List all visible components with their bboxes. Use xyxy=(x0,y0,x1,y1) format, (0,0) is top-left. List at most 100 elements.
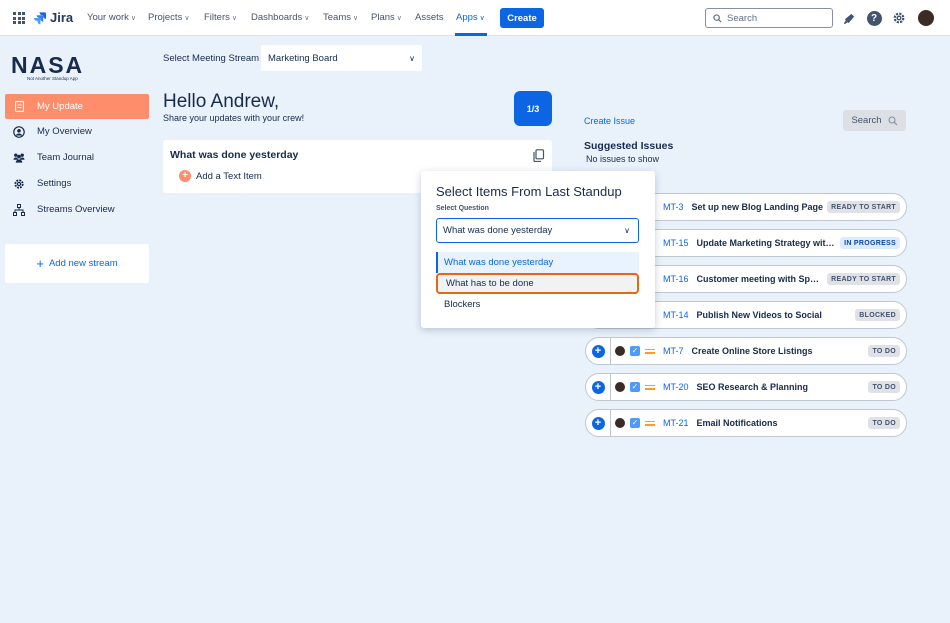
copy-icon[interactable] xyxy=(533,149,545,162)
issue-title: Update Marketing Strategy wit… xyxy=(696,238,835,248)
issue-search-button[interactable]: Search xyxy=(843,110,906,131)
create-button[interactable]: Create xyxy=(500,8,544,28)
priority-medium-icon xyxy=(645,420,655,426)
question-select[interactable]: What was done yesterday ∨ xyxy=(436,218,639,243)
jira-logo[interactable]: Jira xyxy=(33,10,73,25)
sidebar-item-label: Streams Overview xyxy=(37,204,115,215)
add-text-item-button[interactable]: + Add a Text Item xyxy=(179,170,262,182)
issue-title: Set up new Blog Landing Page xyxy=(691,202,824,212)
issue-row[interactable]: + ✓ MT-7 Create Online Store Listings TO DO xyxy=(585,337,907,365)
user-circle-icon xyxy=(13,125,25,138)
issue-key[interactable]: MT-14 xyxy=(663,310,689,320)
nav-your-work-label: Your work xyxy=(87,12,129,23)
question-select-value: What was done yesterday xyxy=(443,225,553,236)
page-indicator[interactable]: 1/3 xyxy=(514,91,552,126)
add-new-stream-label: Add new stream xyxy=(48,258,118,269)
status-badge: TO DO xyxy=(868,345,900,357)
issue-title: SEO Research & Planning xyxy=(696,382,809,392)
popup-title: Select Items From Last Standup xyxy=(436,184,622,199)
search-placeholder: Search xyxy=(727,12,758,24)
nav-dashboards-label: Dashboards xyxy=(251,12,303,23)
add-issue-button[interactable]: + xyxy=(586,409,611,437)
megaphone-icon xyxy=(843,13,854,24)
status-badge: TO DO xyxy=(868,417,900,429)
top-navigation: Jira Your work ∨ Projects ∨ Filters ∨ Dashb… xyxy=(0,0,950,36)
add-new-stream-button[interactable]: + Add new stream xyxy=(5,244,149,283)
sidebar-item-my-overview[interactable]: My Overview xyxy=(5,119,149,144)
nav-projects-label: Projects xyxy=(148,12,183,23)
issue-key[interactable]: MT-20 xyxy=(663,382,689,392)
option-blockers[interactable]: Blockers xyxy=(436,294,639,315)
plus-icon: + xyxy=(36,256,44,271)
nasa-logo-subtitle: Not Another Standup App xyxy=(27,76,78,81)
status-badge: BLOCKED xyxy=(855,309,900,321)
chevron-down-icon: ∨ xyxy=(409,53,415,63)
issue-type-task-icon: ✓ xyxy=(630,346,640,356)
document-icon xyxy=(13,101,25,113)
chevron-down-icon: ∨ xyxy=(479,15,485,22)
add-issue-button[interactable]: + xyxy=(586,337,611,365)
global-search-input[interactable]: Search xyxy=(705,8,833,28)
status-badge: READY TO START xyxy=(827,273,900,285)
profile-button[interactable] xyxy=(918,10,934,26)
nav-teams[interactable]: Teams ∨ xyxy=(323,12,358,23)
option-what-has-to-be-done[interactable]: What has to be done xyxy=(436,273,639,294)
nav-teams-label: Teams xyxy=(323,12,351,23)
nasa-logo-text: NASA xyxy=(11,52,85,78)
chevron-down-icon: ∨ xyxy=(231,15,237,22)
status-badge: TO DO xyxy=(868,381,900,393)
nasa-logo: NASA xyxy=(11,54,84,77)
status-badge: READY TO START xyxy=(827,201,900,213)
option-what-was-done-yesterday[interactable]: What was done yesterday xyxy=(436,252,639,273)
search-icon xyxy=(713,13,722,23)
nav-assets[interactable]: Assets xyxy=(415,12,444,23)
issue-key[interactable]: MT-15 xyxy=(663,238,689,248)
sidebar-item-streams-overview[interactable]: Streams Overview xyxy=(5,197,149,222)
nav-plans[interactable]: Plans ∨ xyxy=(371,12,402,23)
help-icon: ? xyxy=(866,10,882,26)
chevron-down-icon: ∨ xyxy=(304,15,310,22)
suggested-issues-title: Suggested Issues xyxy=(584,140,674,152)
issue-row[interactable]: + ✓ MT-21 Email Notifications TO DO xyxy=(585,409,907,437)
issue-type-task-icon: ✓ xyxy=(630,382,640,392)
status-badge: IN PROGRESS xyxy=(840,237,900,249)
app-switcher-icon[interactable] xyxy=(13,12,25,24)
nav-plans-label: Plans xyxy=(371,12,395,23)
jira-mark-icon xyxy=(33,11,46,24)
issue-key[interactable]: MT-3 xyxy=(663,202,684,212)
assignee-avatar xyxy=(615,418,625,428)
settings-button[interactable] xyxy=(891,10,907,26)
issue-type-task-icon: ✓ xyxy=(630,418,640,428)
question-card-title: What was done yesterday xyxy=(170,149,299,161)
nav-apps-label: Apps xyxy=(456,12,478,23)
notifications-icon[interactable] xyxy=(841,10,857,26)
meeting-stream-value: Marketing Board xyxy=(268,52,338,64)
issue-title: Email Notifications xyxy=(696,418,778,428)
chevron-down-icon: ∨ xyxy=(624,226,630,235)
sidebar-item-my-update[interactable]: My Update xyxy=(5,94,149,119)
sidebar-item-settings[interactable]: Settings xyxy=(5,171,149,196)
nav-apps[interactable]: Apps ∨ xyxy=(456,12,485,23)
issue-row[interactable]: + ✓ MT-20 SEO Research & Planning TO DO xyxy=(585,373,907,401)
create-issue-link[interactable]: Create Issue xyxy=(584,116,635,126)
nav-dashboards[interactable]: Dashboards ∨ xyxy=(251,12,309,23)
add-issue-button[interactable]: + xyxy=(586,373,611,401)
sidebar-item-team-journal[interactable]: Team Journal xyxy=(5,145,149,170)
issue-search-label: Search xyxy=(851,115,882,126)
gear-icon xyxy=(13,178,25,190)
priority-medium-icon xyxy=(645,348,655,354)
nav-your-work[interactable]: Your work ∨ xyxy=(87,12,136,23)
issue-key[interactable]: MT-7 xyxy=(663,346,684,356)
issue-key[interactable]: MT-16 xyxy=(663,274,689,284)
search-icon xyxy=(887,115,897,125)
no-issues-text: No issues to show xyxy=(586,154,660,164)
issue-key[interactable]: MT-21 xyxy=(663,418,689,428)
team-icon xyxy=(13,152,25,164)
nav-assets-label: Assets xyxy=(415,12,444,23)
nav-filters[interactable]: Filters ∨ xyxy=(204,12,237,23)
sidebar-item-label: My Overview xyxy=(37,126,92,137)
sidebar-item-label: Team Journal xyxy=(37,152,95,163)
meeting-stream-select[interactable]: Marketing Board ∨ xyxy=(261,45,422,71)
help-button[interactable]: ? xyxy=(866,10,882,26)
nav-projects[interactable]: Projects ∨ xyxy=(148,12,189,23)
